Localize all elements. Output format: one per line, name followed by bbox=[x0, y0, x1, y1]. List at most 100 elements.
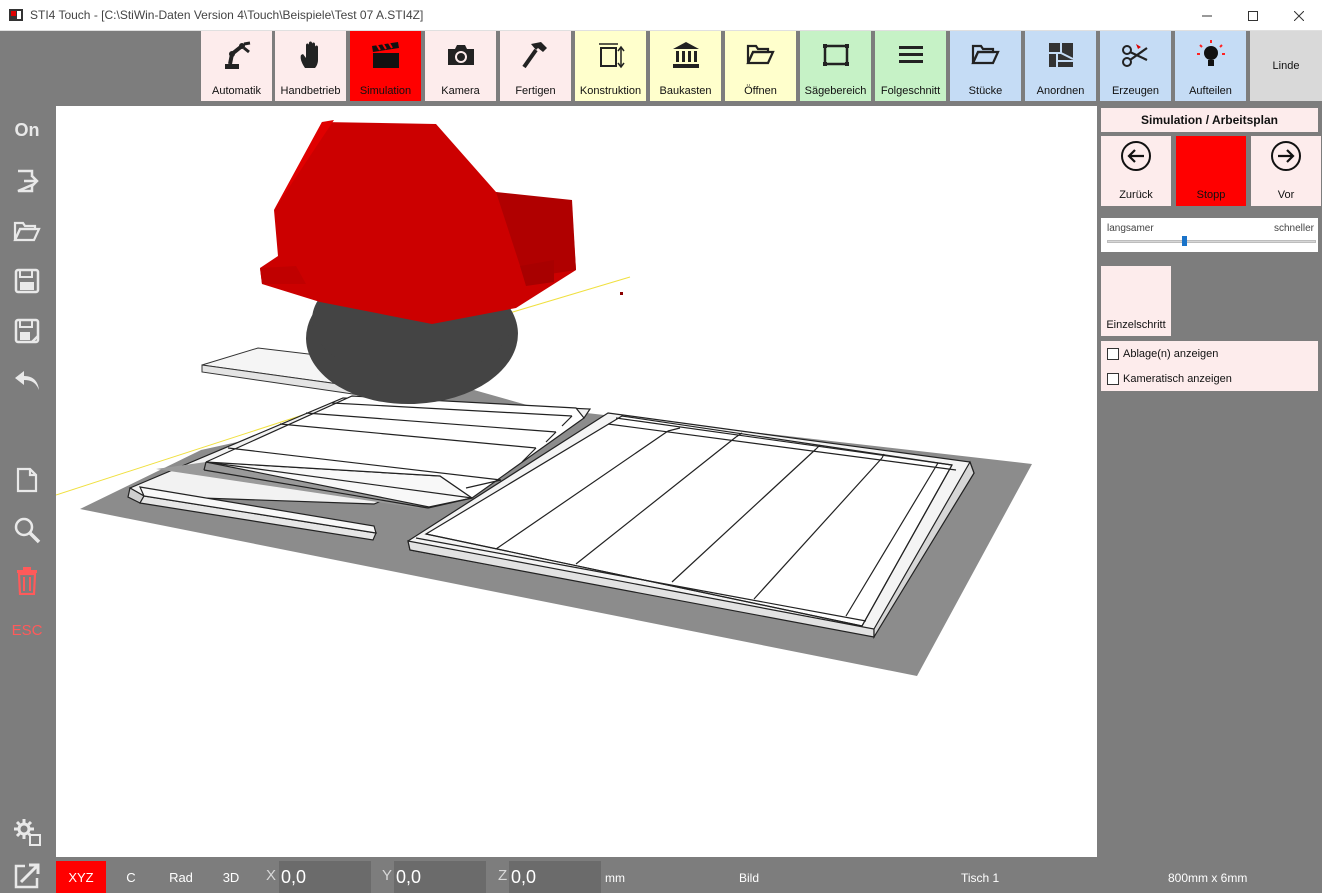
simulation-panel: Simulation / Arbeitsplan Zurück Stopp Vo… bbox=[1097, 106, 1322, 857]
menu-lines-icon bbox=[898, 46, 923, 63]
app-logo-icon bbox=[9, 9, 23, 21]
construction-frame-icon bbox=[598, 43, 625, 69]
toolbar-automatik[interactable]: Automatik bbox=[201, 31, 272, 101]
toolbar-label: Simulation bbox=[359, 85, 412, 97]
forward-label: Vor bbox=[1277, 189, 1295, 201]
toolbar-label: Handbetrieb bbox=[280, 85, 341, 97]
toolbar-kamera[interactable]: Kamera bbox=[425, 31, 496, 101]
toolbar-label: Baukasten bbox=[659, 85, 712, 97]
clapperboard-icon bbox=[371, 42, 399, 68]
simulation-viewport[interactable] bbox=[56, 106, 1097, 857]
slider-thumb[interactable] bbox=[1182, 236, 1187, 246]
toolbar-folgeschnitt[interactable]: Folgeschnitt bbox=[875, 31, 946, 101]
toolbar-handbetrieb[interactable]: Handbetrieb bbox=[275, 31, 346, 101]
mode-label: XYZ bbox=[68, 869, 94, 885]
toolbar-baukasten[interactable]: Baukasten bbox=[650, 31, 721, 101]
power-on-button[interactable]: On bbox=[8, 113, 46, 147]
toolbar-label: Stücke bbox=[968, 85, 1003, 97]
robot-arm-icon bbox=[224, 41, 250, 69]
checkbox-label: Ablage(n) anzeigen bbox=[1123, 348, 1219, 360]
save-as-button[interactable] bbox=[8, 314, 46, 348]
mode-3d-button[interactable]: 3D bbox=[206, 861, 256, 893]
toolbar-saegebereich[interactable]: Sägebereich bbox=[800, 31, 871, 101]
new-document-button[interactable] bbox=[8, 463, 46, 497]
arrow-right-circle-icon bbox=[1271, 141, 1301, 171]
export-button[interactable] bbox=[8, 164, 46, 198]
hand-icon bbox=[300, 41, 318, 68]
toolbar-label: Fertigen bbox=[515, 85, 556, 97]
folder-open-icon bbox=[13, 221, 41, 242]
toolbar-erzeugen[interactable]: Erzeugen bbox=[1100, 31, 1171, 101]
checkbox-box[interactable] bbox=[1107, 348, 1119, 360]
speed-slider[interactable]: langsamer schneller bbox=[1101, 218, 1318, 252]
display-options: Ablage(n) anzeigen Kameratisch anzeigen bbox=[1101, 341, 1318, 391]
toolbar-label: Anordnen bbox=[1036, 85, 1085, 97]
lightbulb-icon bbox=[1196, 40, 1225, 66]
undo-button[interactable] bbox=[8, 363, 46, 397]
export-icon bbox=[17, 169, 39, 193]
mode-rad-button[interactable]: Rad bbox=[156, 861, 206, 893]
toolbar-label: Kamera bbox=[441, 85, 480, 97]
external-link-icon bbox=[14, 863, 40, 889]
z-label: Z bbox=[498, 867, 508, 884]
toolbar-label: Sägebereich bbox=[804, 85, 867, 97]
target-marker bbox=[620, 292, 623, 295]
single-step-button[interactable]: Einzelschritt bbox=[1101, 266, 1171, 336]
mode-c-button[interactable]: C bbox=[106, 861, 156, 893]
toolbar-label: Konstruktion bbox=[579, 85, 642, 97]
back-button[interactable]: Zurück bbox=[1101, 136, 1171, 206]
toolbar-konstruktion[interactable]: Konstruktion bbox=[575, 31, 646, 101]
new-document-icon bbox=[16, 467, 38, 493]
x-value: 0,0 bbox=[281, 866, 307, 887]
delete-button[interactable] bbox=[8, 564, 46, 598]
camera-icon bbox=[447, 45, 474, 65]
main-toolbar: Automatik Handbetrieb Simulation Kamera bbox=[56, 31, 1322, 106]
gear-icon bbox=[14, 819, 41, 846]
single-step-label: Einzelschritt bbox=[1106, 319, 1166, 331]
x-coordinate-field[interactable]: 0,0 bbox=[279, 861, 371, 893]
scissors-icon bbox=[1121, 44, 1148, 67]
arrange-grid-icon bbox=[1048, 43, 1073, 67]
save-button[interactable] bbox=[8, 264, 46, 298]
mode-label: Rad bbox=[169, 869, 193, 885]
minimize-button[interactable] bbox=[1184, 0, 1230, 31]
image-label[interactable]: Bild bbox=[739, 871, 759, 885]
folder-icon bbox=[970, 44, 1000, 65]
toolbar-fertigen[interactable]: Fertigen bbox=[500, 31, 571, 101]
toolbar-linde[interactable]: Linde bbox=[1250, 31, 1322, 101]
forward-button[interactable]: Vor bbox=[1251, 136, 1321, 206]
zoom-button[interactable] bbox=[8, 513, 46, 547]
escape-button[interactable]: ESC bbox=[8, 613, 46, 647]
storage-checkbox[interactable]: Ablage(n) anzeigen bbox=[1107, 348, 1218, 360]
checkbox-label: Kameratisch anzeigen bbox=[1123, 373, 1232, 385]
toolbar-aufteilen[interactable]: Aufteilen bbox=[1175, 31, 1246, 101]
maximize-button[interactable] bbox=[1230, 0, 1276, 31]
y-coordinate-field[interactable]: 0,0 bbox=[394, 861, 486, 893]
stop-label: Stopp bbox=[1196, 189, 1226, 201]
toolbar-stuecke[interactable]: Stücke bbox=[950, 31, 1021, 101]
folder-open-icon bbox=[745, 44, 775, 65]
close-button[interactable] bbox=[1276, 0, 1322, 31]
slider-track[interactable] bbox=[1107, 240, 1316, 243]
toolbar-simulation[interactable]: Simulation bbox=[350, 31, 421, 101]
magnifier-icon bbox=[14, 517, 41, 544]
camera-table-checkbox[interactable]: Kameratisch anzeigen bbox=[1107, 373, 1232, 385]
toolbar-anordnen[interactable]: Anordnen bbox=[1025, 31, 1096, 101]
toolbar-oeffnen[interactable]: Öffnen bbox=[725, 31, 796, 101]
close-icon bbox=[1294, 10, 1304, 21]
external-link-button[interactable] bbox=[8, 859, 46, 893]
status-bar: XYZ C Rad 3D X 0,0 Y 0,0 Z 0,0 mm Bild T… bbox=[56, 857, 1322, 893]
app-window: STI4 Touch - [C:\StiWin-Daten Version 4\… bbox=[0, 0, 1322, 893]
stop-button[interactable]: Stopp bbox=[1176, 136, 1246, 206]
settings-button[interactable] bbox=[8, 815, 46, 849]
speed-fast-label: schneller bbox=[1273, 223, 1314, 234]
trash-icon bbox=[17, 567, 37, 595]
mode-xyz-button[interactable]: XYZ bbox=[56, 861, 106, 893]
open-folder-button[interactable] bbox=[8, 214, 46, 248]
3d-scene bbox=[56, 120, 1032, 676]
z-coordinate-field[interactable]: 0,0 bbox=[509, 861, 601, 893]
panel-title: Simulation / Arbeitsplan bbox=[1101, 108, 1318, 132]
toolbar-label: Aufteilen bbox=[1189, 85, 1232, 97]
y-label: Y bbox=[382, 867, 393, 884]
checkbox-box[interactable] bbox=[1107, 373, 1119, 385]
